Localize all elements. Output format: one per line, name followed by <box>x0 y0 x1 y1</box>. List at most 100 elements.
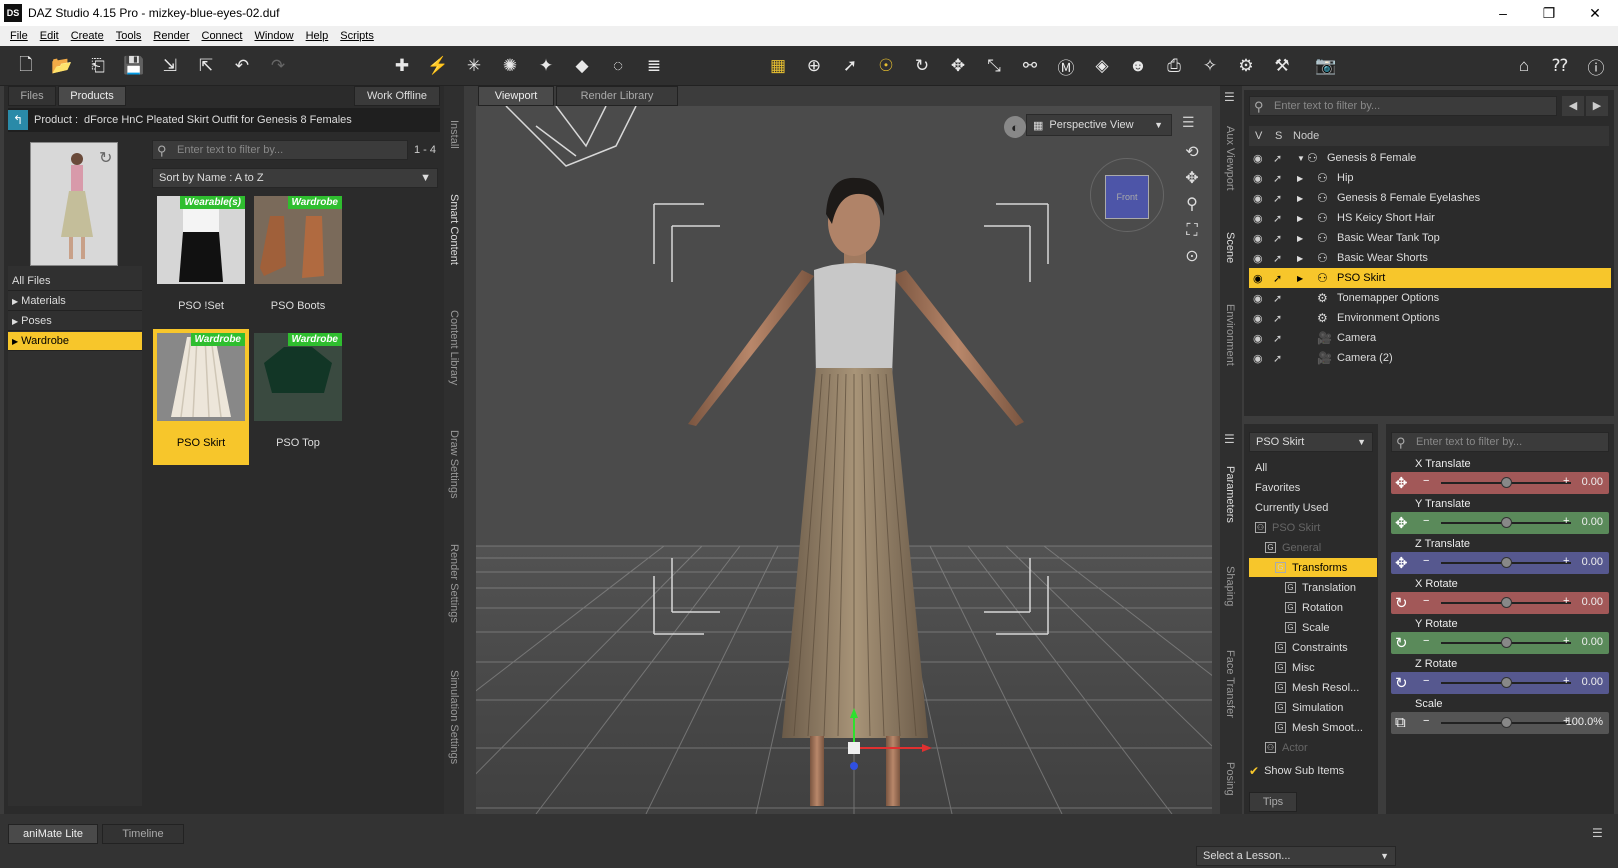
panel-menu-icon[interactable]: ☰ <box>1592 826 1603 840</box>
parameter-group-item[interactable]: G Mesh Smoot... <box>1249 718 1377 737</box>
content-filter-input[interactable]: ⚲ Enter text to filter by... <box>152 140 408 160</box>
parameter-node-dropdown[interactable]: PSO Skirt ▼ <box>1249 432 1373 452</box>
camera-icon[interactable]: 📷 <box>1314 54 1338 78</box>
column-visible[interactable]: V <box>1255 130 1262 142</box>
expand-icon[interactable]: ▶ <box>1297 194 1303 203</box>
reset-view-icon[interactable]: ⊙ <box>1180 244 1204 270</box>
arrow-right-icon[interactable]: ▶ <box>1586 96 1608 116</box>
selectable-pointer-icon[interactable]: ➚ <box>1273 152 1282 165</box>
menu-help[interactable]: Help <box>306 30 329 42</box>
scale-icon[interactable]: ⤡ <box>982 54 1006 78</box>
decrement-icon[interactable]: − <box>1423 635 1429 647</box>
parameter-slider[interactable]: Y Rotate ↻ − +0.00 <box>1391 618 1609 656</box>
pointer-icon[interactable]: ➚ <box>838 54 862 78</box>
slider-value[interactable]: 0.00 <box>1582 636 1603 648</box>
menu-scripts[interactable]: Scripts <box>340 30 374 42</box>
side-tab-environment[interactable]: Environment <box>1224 304 1236 366</box>
parameter-group-item[interactable]: ⚇ Actor <box>1249 738 1377 757</box>
tab-files[interactable]: Files <box>8 86 56 106</box>
undo-icon[interactable]: ↶ <box>230 54 254 78</box>
selectable-pointer-icon[interactable]: ➚ <box>1273 172 1282 185</box>
minimize-button[interactable]: – <box>1480 0 1526 26</box>
universal-tool-icon[interactable]: ⊕ <box>802 54 826 78</box>
tab-timeline[interactable]: Timeline <box>102 824 184 844</box>
arrow-left-icon[interactable]: ◀ <box>1562 96 1584 116</box>
new-file-icon[interactable]: 🗋 <box>14 54 38 78</box>
side-tab-content-library[interactable]: Content Library <box>448 310 460 385</box>
export-icon[interactable]: ⇱ <box>194 54 218 78</box>
increment-icon[interactable]: + <box>1563 555 1569 567</box>
selection-tool-icon[interactable]: ✧ <box>1198 54 1222 78</box>
decrement-icon[interactable]: − <box>1423 555 1429 567</box>
draw-style-icon[interactable]: ◐ <box>1004 116 1026 138</box>
slider-bar[interactable]: ✥ − +0.00 <box>1391 512 1609 534</box>
sort-dropdown[interactable]: Sort by Name : A to Z ▼ <box>152 168 438 188</box>
spot-light-icon[interactable]: ⚡ <box>426 54 450 78</box>
pan-icon[interactable]: ✥ <box>1180 166 1204 192</box>
parameter-filter-input[interactable]: ⚲ Enter text to filter by... <box>1391 432 1609 452</box>
increment-icon[interactable]: + <box>1563 635 1569 647</box>
selectable-pointer-icon[interactable]: ➚ <box>1273 232 1282 245</box>
parameter-group-item[interactable]: Favorites <box>1249 478 1377 497</box>
scene-node-row[interactable]: ◉ ➚ ▶ ⚇ Hip <box>1249 168 1611 188</box>
slider-value[interactable]: 0.00 <box>1582 476 1603 488</box>
slider-knob[interactable] <box>1501 677 1512 688</box>
home-icon[interactable]: ⌂ <box>1512 54 1536 78</box>
node-weight-icon[interactable]: Ⓜ <box>1054 54 1078 78</box>
side-tab-simulation-settings[interactable]: Simulation Settings <box>448 670 460 764</box>
selectable-pointer-icon[interactable]: ➚ <box>1273 212 1282 225</box>
merge-icon[interactable]: ⎗ <box>86 54 110 78</box>
panel-menu-icon[interactable]: ☰ <box>1224 90 1235 104</box>
slider-bar[interactable]: ↻ − +0.00 <box>1391 592 1609 614</box>
category-materials[interactable]: ▶ Materials <box>8 292 142 311</box>
decrement-icon[interactable]: − <box>1423 515 1429 527</box>
node-selection-icon[interactable]: ✚ <box>390 54 414 78</box>
back-arrow-icon[interactable]: ↰ <box>8 110 28 130</box>
menu-file[interactable]: File <box>10 30 28 42</box>
visibility-eye-icon[interactable]: ◉ <box>1253 272 1263 285</box>
align-icon[interactable]: ≣ <box>642 54 666 78</box>
slider-bar[interactable]: ↻ − +0.00 <box>1391 672 1609 694</box>
selectable-pointer-icon[interactable]: ➚ <box>1273 352 1282 365</box>
scene-node-row[interactable]: ◉ ➚ 🎥 Camera <box>1249 328 1611 348</box>
category-all-files[interactable]: All Files <box>8 272 142 291</box>
frame-icon[interactable]: ⛶ <box>1180 218 1204 244</box>
expand-icon[interactable]: ▶ <box>1297 254 1303 263</box>
import-icon[interactable]: ⇲ <box>158 54 182 78</box>
parameter-group-item[interactable]: G Mesh Resol... <box>1249 678 1377 697</box>
column-selectable[interactable]: S <box>1275 130 1282 142</box>
tips-tab[interactable]: Tips <box>1249 792 1297 812</box>
visibility-eye-icon[interactable]: ◉ <box>1253 172 1263 185</box>
parameter-group-item[interactable]: G Scale <box>1249 618 1377 637</box>
zoom-icon[interactable]: ⚲ <box>1180 192 1204 218</box>
parameter-group-item[interactable]: Currently Used <box>1249 498 1377 517</box>
menu-render[interactable]: Render <box>153 30 189 42</box>
translate-icon[interactable]: ✥ <box>946 54 970 78</box>
visibility-eye-icon[interactable]: ◉ <box>1253 212 1263 225</box>
scene-node-row[interactable]: ◉ ➚ ⚙ Tonemapper Options <box>1249 288 1611 308</box>
scene-node-row[interactable]: ◉ ➚ 🎥 Camera (2) <box>1249 348 1611 368</box>
slider-bar[interactable]: ↻ − +0.00 <box>1391 632 1609 654</box>
parameter-group-item[interactable]: G Translation <box>1249 578 1377 597</box>
expand-icon[interactable]: ▼ <box>1297 154 1305 163</box>
category-poses[interactable]: ▶ Poses <box>8 312 142 331</box>
scene-node-row[interactable]: ◉ ➚ ▶ ⚇ Basic Wear Tank Top <box>1249 228 1611 248</box>
work-offline-button[interactable]: Work Offline <box>354 86 440 106</box>
selectable-pointer-icon[interactable]: ➚ <box>1273 272 1282 285</box>
side-tab-face-transfer[interactable]: Face Transfer <box>1224 650 1236 718</box>
light-tool-icon[interactable]: ✦ <box>534 54 558 78</box>
menu-edit[interactable]: Edit <box>40 30 59 42</box>
geometry-tool-icon[interactable]: ◌ <box>606 54 630 78</box>
close-button[interactable]: ✕ <box>1572 0 1618 26</box>
tab-render-library[interactable]: Render Library <box>556 86 678 106</box>
scene-node-row[interactable]: ◉ ➚ ▶ ⚇ Basic Wear Shorts <box>1249 248 1611 268</box>
visibility-eye-icon[interactable]: ◉ <box>1253 192 1263 205</box>
selectable-pointer-icon[interactable]: ➚ <box>1273 332 1282 345</box>
column-node[interactable]: Node <box>1293 130 1319 142</box>
side-tab-aux-viewport[interactable]: Aux Viewport <box>1224 126 1236 191</box>
tab-products[interactable]: Products <box>58 86 126 106</box>
side-tab-install[interactable]: Install <box>448 120 460 149</box>
visibility-eye-icon[interactable]: ◉ <box>1253 312 1263 325</box>
lesson-dropdown[interactable]: Select a Lesson... ▼ <box>1196 846 1396 866</box>
render-icon[interactable]: ⚒ <box>1270 54 1294 78</box>
